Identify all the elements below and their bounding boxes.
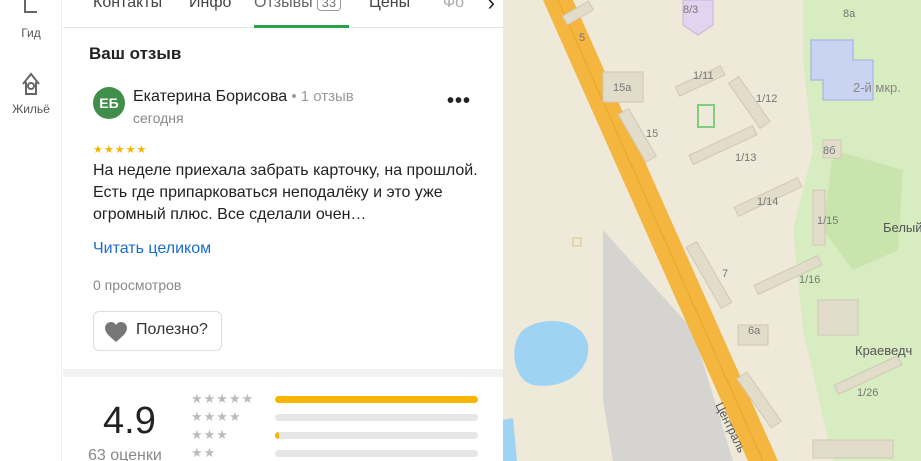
dist-bar	[275, 396, 478, 403]
dist-bar	[275, 450, 478, 457]
dist-stars: ★★★★★	[191, 391, 255, 406]
map-label: 1/15	[817, 215, 839, 227]
map-label: 8б	[823, 145, 836, 157]
section-title: Ваш отзыв	[89, 44, 182, 63]
views-count: 0 просмотров	[93, 277, 182, 293]
dist-bar	[275, 414, 478, 421]
read-more-link[interactable]: Читать целиком	[93, 240, 211, 258]
sports-field	[697, 104, 715, 128]
dist-stars: ★★★★	[191, 409, 242, 424]
avatar[interactable]: ЕБ	[93, 87, 125, 119]
review-stars: ★★★★★	[93, 144, 148, 156]
tab-info[interactable]: Инфо	[189, 0, 231, 12]
review-date: сегодня	[133, 110, 184, 126]
review-text: На неделе приехала забрать карточку, на …	[93, 162, 478, 223]
reviews-count-badge: 33	[316, 0, 342, 11]
map-label: 15а	[613, 82, 632, 94]
tab-contacts[interactable]: Контакты	[93, 0, 162, 12]
heart-icon	[105, 322, 127, 342]
dist-stars: ★★	[191, 445, 217, 460]
poi-label: Белый	[883, 220, 921, 235]
guide-icon	[24, 0, 37, 13]
dist-stars: ★★★	[191, 427, 229, 442]
map-label: 1/26	[857, 387, 879, 399]
housing-icon	[22, 72, 40, 95]
tab-reviews[interactable]: Отзывы 33	[254, 0, 342, 12]
map-label: 6а	[748, 325, 761, 337]
active-tab-indicator	[254, 25, 349, 28]
tab-prices[interactable]: Цены	[369, 0, 410, 12]
map-label: 1/14	[757, 196, 779, 208]
tabs-next-icon[interactable]: ›	[488, 0, 495, 16]
author-review-count: • 1 отзыв	[287, 88, 354, 105]
author-name: Екатерина Борисова	[133, 88, 288, 105]
map-label: 7	[722, 268, 729, 280]
dist-fill	[275, 432, 280, 439]
more-options-icon[interactable]: •••	[447, 90, 471, 113]
dist-fill	[275, 396, 478, 403]
tab-reviews-label: Отзывы	[254, 0, 313, 11]
review-author[interactable]: Екатерина Борисова • 1 отзыв	[133, 88, 354, 106]
district-label: 2-й мкр.	[853, 80, 901, 95]
map-label: 8/3	[683, 4, 699, 16]
tab-bar: Контакты Инфо Отзывы 33 Цены Фо ›	[63, 0, 503, 28]
useful-label: Полезно?	[136, 321, 208, 338]
map-label: 1/11	[693, 70, 714, 82]
rating-value: 4.9	[103, 400, 156, 442]
poi-label: Краеведч	[855, 343, 913, 358]
rating-count: 63 оценки	[88, 447, 162, 461]
tab-photos[interactable]: Фо	[443, 0, 464, 12]
map-label: 15	[646, 128, 659, 140]
useful-button[interactable]: Полезно?	[93, 311, 222, 351]
rail-item-label: Жильё	[12, 102, 50, 116]
water-pond	[514, 321, 589, 386]
small-marker	[572, 237, 582, 247]
water-edge	[503, 418, 517, 461]
map-label: 1/13	[735, 152, 757, 164]
map-label: 5	[579, 32, 586, 44]
map-view[interactable]: 8/3 8а 5 15а 1/11 1/12 15 1/13 8б 1/14 1…	[503, 0, 921, 461]
place-panel: Контакты Инфо Отзывы 33 Цены Фо › Ваш отз…	[63, 0, 503, 461]
rail-item-label: Гид	[21, 26, 41, 40]
section-divider	[63, 369, 503, 377]
rail-item-housing[interactable]: Жильё	[0, 70, 62, 116]
left-rail: Гид Жильё	[0, 0, 62, 461]
map-label: 8а	[843, 8, 856, 20]
map-label: 1/16	[799, 274, 821, 286]
rail-item-guide[interactable]: Гид	[0, 0, 62, 40]
dist-bar	[275, 432, 478, 439]
map-label: 1/12	[756, 93, 778, 105]
